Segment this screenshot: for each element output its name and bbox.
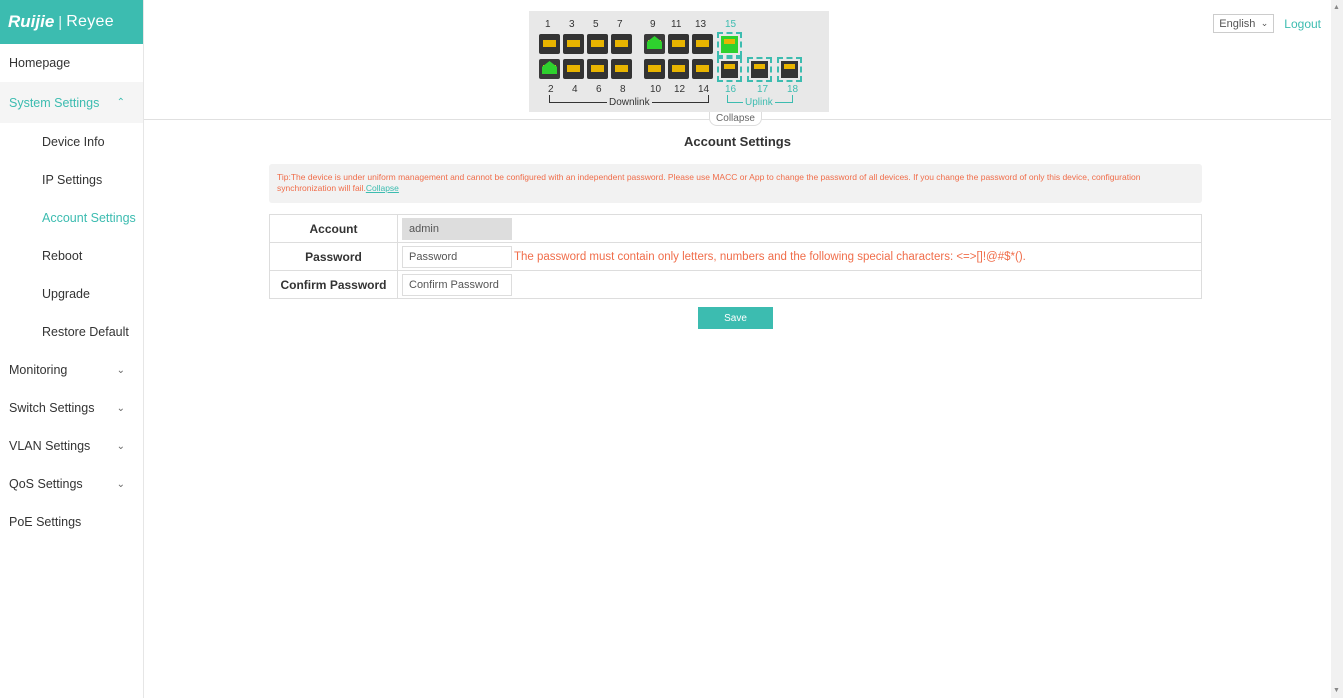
sidebar-item-label: QoS Settings: [9, 477, 83, 491]
port-number: 1: [545, 19, 551, 30]
port-11[interactable]: [668, 34, 689, 54]
password-cell: Password The password must contain only l…: [397, 242, 1202, 271]
sidebar-item-system-settings[interactable]: System Settings ⌃: [0, 82, 143, 123]
sidebar-item-label: VLAN Settings: [9, 439, 91, 453]
sidebar-item-account-settings[interactable]: Account Settings: [0, 199, 143, 237]
scroll-down-icon[interactable]: ▼: [1333, 687, 1340, 694]
confirm-password-field[interactable]: Confirm Password: [402, 273, 512, 296]
form-row-confirm-password: Confirm Password Confirm Password: [269, 270, 1202, 299]
tip-banner: Tip:The device is under uniform manageme…: [269, 164, 1202, 203]
port-10[interactable]: [644, 59, 665, 79]
sidebar-item-restore-default[interactable]: Restore Default: [0, 313, 143, 351]
form-row-password: Password Password The password must conta…: [269, 242, 1202, 271]
sidebar: Ruijie | Reyee Homepage System Settings …: [0, 0, 144, 698]
page-scrollbar[interactable]: ▲ ▼: [1331, 0, 1343, 698]
port-number: 6: [596, 84, 602, 95]
brand-logo: Ruijie | Reyee: [0, 0, 143, 44]
password-hint: The password must contain only letters, …: [514, 250, 1026, 263]
logo-text: Ruijie: [8, 12, 55, 31]
port-2[interactable]: [539, 59, 560, 79]
chevron-up-icon: ⌃: [116, 97, 125, 108]
form-row-account: Account admin: [269, 214, 1202, 243]
sidebar-item-upgrade[interactable]: Upgrade: [0, 275, 143, 313]
port-12[interactable]: [668, 59, 689, 79]
port-8[interactable]: [611, 59, 632, 79]
page-title: Account Settings: [684, 134, 791, 149]
tip-collapse-link[interactable]: Collapse: [366, 183, 399, 193]
port-number: 15: [725, 19, 737, 30]
password-label: Password: [269, 242, 398, 271]
collapse-panel-button[interactable]: Collapse: [709, 112, 762, 126]
port-4[interactable]: [563, 59, 584, 79]
account-cell: admin: [397, 214, 1202, 243]
port-number: 5: [593, 19, 599, 30]
switch-port-panel: 1 3 5 7 9 11 13 15 2 4 6 8 10 12 14 16 1…: [529, 11, 829, 112]
sidebar-item-ip-settings[interactable]: IP Settings: [0, 161, 143, 199]
port-1[interactable]: [539, 34, 560, 54]
language-select[interactable]: English ⌄: [1213, 14, 1275, 33]
topbar-actions: English ⌄ Logout: [1213, 14, 1321, 33]
chevron-down-icon: ⌄: [116, 364, 125, 376]
port-number: 7: [617, 19, 623, 30]
port-number: 18: [787, 84, 799, 95]
chevron-down-icon: ⌄: [116, 440, 125, 452]
tip-text: Tip:The device is under uniform manageme…: [277, 172, 1141, 193]
port-7[interactable]: [611, 34, 632, 54]
port-6[interactable]: [587, 59, 608, 79]
uplink-label: Uplink: [743, 97, 775, 108]
sidebar-item-switch-settings[interactable]: Switch Settings ⌄: [0, 389, 143, 427]
port-9[interactable]: [644, 34, 665, 54]
logo-separator: |: [58, 13, 63, 31]
port-18[interactable]: [777, 57, 802, 82]
password-field[interactable]: Password: [402, 245, 512, 268]
confirm-password-label: Confirm Password: [269, 270, 398, 299]
port-number: 10: [650, 84, 662, 95]
port-number: 12: [674, 84, 686, 95]
downlink-label: Downlink: [607, 97, 652, 108]
port-number: 11: [671, 19, 682, 30]
sidebar-item-label: System Settings: [9, 95, 100, 110]
sidebar-item-label: Switch Settings: [9, 401, 95, 415]
port-number: 4: [572, 84, 578, 95]
sidebar-item-monitoring[interactable]: Monitoring ⌄: [0, 351, 143, 389]
save-button[interactable]: Save: [698, 307, 773, 329]
port-14[interactable]: [692, 59, 713, 79]
port-5[interactable]: [587, 34, 608, 54]
logo-sub: Reyee: [66, 13, 114, 30]
confirm-password-cell: Confirm Password: [397, 270, 1202, 299]
account-label: Account: [269, 214, 398, 243]
language-value: English: [1219, 17, 1256, 30]
sidebar-item-homepage[interactable]: Homepage: [0, 44, 143, 82]
sidebar-item-vlan-settings[interactable]: VLAN Settings ⌄: [0, 427, 143, 465]
port-number: 9: [650, 19, 656, 30]
scroll-up-icon[interactable]: ▲: [1333, 4, 1340, 11]
port-17[interactable]: [747, 57, 772, 82]
sidebar-item-label: Monitoring: [9, 363, 68, 377]
chevron-down-icon: ⌄: [116, 478, 125, 490]
port-15[interactable]: [717, 32, 742, 57]
port-number: 3: [569, 19, 575, 30]
port-number: 13: [695, 19, 707, 30]
port-number: 17: [757, 84, 769, 95]
chevron-down-icon: ⌄: [116, 402, 125, 414]
port-number: 8: [620, 84, 626, 95]
logout-link[interactable]: Logout: [1284, 17, 1321, 31]
sidebar-item-poe-settings[interactable]: PoE Settings: [0, 503, 143, 541]
sidebar-item-reboot[interactable]: Reboot: [0, 237, 143, 275]
account-form: Account admin Password Password The passw…: [269, 214, 1202, 299]
chevron-down-icon: ⌄: [1260, 18, 1269, 28]
port-13[interactable]: [692, 34, 713, 54]
port-16[interactable]: [717, 57, 742, 82]
sidebar-item-qos-settings[interactable]: QoS Settings ⌄: [0, 465, 143, 503]
port-number: 2: [548, 84, 554, 95]
sidebar-item-device-info[interactable]: Device Info: [0, 123, 143, 161]
port-number: 16: [725, 84, 737, 95]
port-number: 14: [698, 84, 710, 95]
account-field: admin: [402, 217, 512, 240]
port-3[interactable]: [563, 34, 584, 54]
